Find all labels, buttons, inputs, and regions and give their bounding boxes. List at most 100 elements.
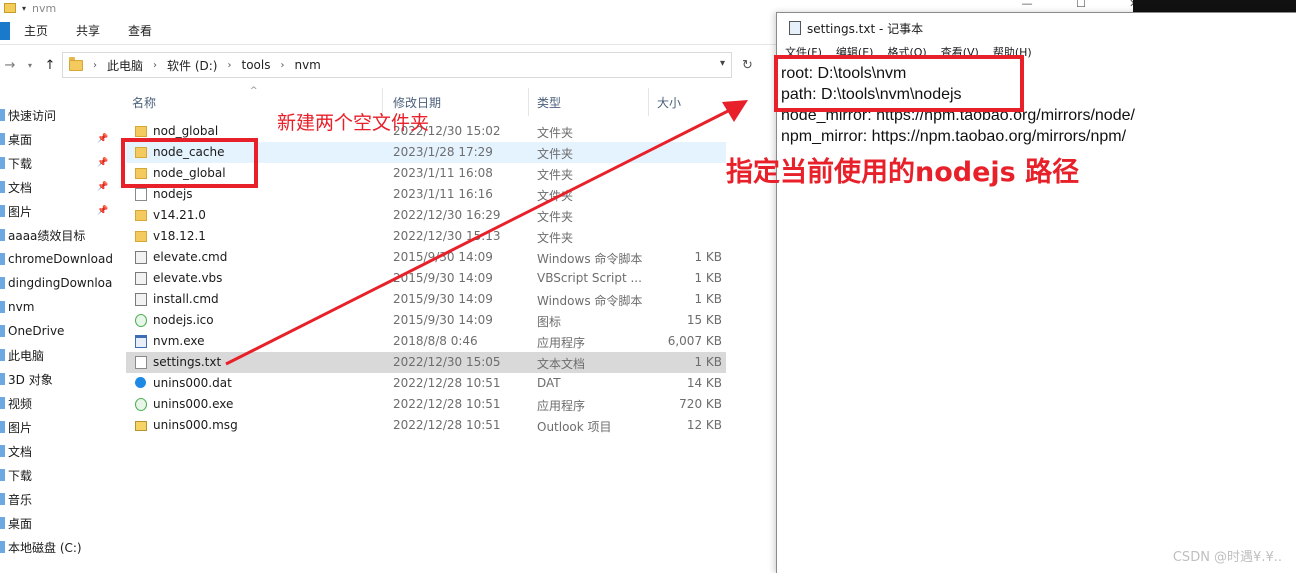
pin-icon[interactable]: 📌 <box>97 182 108 192</box>
file-row[interactable]: settings.txt 2022/12/30 15:05 文本文档 1 KB <box>126 352 726 373</box>
chevron-right-icon[interactable]: › <box>153 60 157 71</box>
sidebar-item[interactable]: dingdingDownloa <box>0 272 118 294</box>
breadcrumb-drive-d[interactable]: 软件 (D:) <box>167 57 217 74</box>
file-icon-slot <box>135 335 147 351</box>
pin-icon[interactable]: 📌 <box>97 206 108 216</box>
address-input[interactable]: › 此电脑 › 软件 (D:) › tools › nvm ▾ <box>62 52 732 78</box>
tab-view[interactable]: 查看 <box>128 22 152 39</box>
forward-icon[interactable]: → <box>0 58 20 73</box>
file-type: 应用程序 <box>537 399 586 413</box>
window-title: nvm <box>32 1 57 15</box>
sidebar-item[interactable]: 视频 <box>0 392 118 414</box>
cloud-icon <box>0 325 5 337</box>
file-date: 2018/8/8 0:46 <box>393 334 478 348</box>
sidebar-item-label: 下载 <box>8 156 33 171</box>
file-tab[interactable] <box>0 21 10 40</box>
navigation-pane: 快速访问 桌面 📌 下载 📌 文档 📌 图片 📌 aaaa绩效目标 chromeDownload di… <box>0 100 118 573</box>
notepad-text-area[interactable]: root: D:\tools\nvm path: D:\tools\nvm\no… <box>777 63 1296 573</box>
sidebar-item[interactable]: 下载 📌 <box>0 152 118 174</box>
file-date: 2022/12/28 10:51 <box>393 418 501 432</box>
chevron-down-icon[interactable]: ▾ <box>720 58 725 69</box>
sidebar-item-label: 音乐 <box>8 492 33 507</box>
doc-file-icon <box>135 188 147 201</box>
file-size: 14 KB <box>686 376 722 390</box>
tab-share[interactable]: 共享 <box>76 22 100 39</box>
sidebar-item[interactable]: 图片 <box>0 416 118 438</box>
file-row[interactable]: unins000.msg 2022/12/28 10:51 Outlook 项目 12… <box>126 415 726 436</box>
file-name: v18.12.1 <box>153 229 206 243</box>
cmd-file-icon <box>135 293 147 306</box>
folder-icon <box>0 301 5 313</box>
sidebar-item[interactable]: aaaa绩效目标 <box>0 224 118 246</box>
sidebar-item[interactable]: 文档 <box>0 440 118 462</box>
file-name: nvm.exe <box>153 334 205 348</box>
breadcrumb-nvm[interactable]: nvm <box>294 58 320 72</box>
chevron-right-icon[interactable]: › <box>227 60 231 71</box>
pin-icon[interactable]: 📌 <box>97 158 108 168</box>
column-divider[interactable] <box>528 88 529 116</box>
folder-icon[interactable] <box>4 3 16 13</box>
sidebar-item-label: chromeDownload <box>8 252 113 266</box>
cmd-file-icon <box>135 251 147 264</box>
pin-icon[interactable]: 📌 <box>97 134 108 144</box>
file-row[interactable]: v18.12.1 2022/12/30 15:13 文件夹 <box>126 226 726 247</box>
file-type: VBScript Script ... <box>537 271 642 285</box>
folder-icon <box>0 253 5 265</box>
breadcrumb-this-pc[interactable]: 此电脑 <box>107 57 143 74</box>
desktop-icon <box>0 133 5 145</box>
sidebar-item[interactable]: 文档 📌 <box>0 176 118 198</box>
up-arrow-icon[interactable]: ↑ <box>40 58 60 73</box>
file-row[interactable]: elevate.cmd 2015/9/30 14:09 Windows 命令脚本 1 … <box>126 247 726 268</box>
chevron-down-icon[interactable]: ▾ <box>20 61 40 70</box>
sidebar-item[interactable]: 桌面 <box>0 512 118 534</box>
file-type: 图标 <box>537 315 562 329</box>
sidebar-item-label: 视频 <box>8 396 33 411</box>
file-date: 2022/12/30 15:05 <box>393 355 501 369</box>
column-divider[interactable] <box>648 88 649 116</box>
settings-line-npm-mirror: npm_mirror: https://npm.taobao.org/mirro… <box>781 128 1127 145</box>
column-header-size[interactable]: 大小 <box>657 94 681 111</box>
sidebar-item[interactable]: 本地磁盘 (C:) <box>0 536 118 558</box>
sidebar-item[interactable]: 3D 对象 <box>0 368 118 390</box>
sidebar-item[interactable]: 图片 📌 <box>0 200 118 222</box>
sidebar-item[interactable]: chromeDownload <box>0 248 118 270</box>
column-header-name[interactable]: 名称 <box>132 94 156 111</box>
sidebar-item-label: 此电脑 <box>8 348 45 363</box>
file-row[interactable]: v14.21.0 2022/12/30 16:29 文件夹 <box>126 205 726 226</box>
file-type: 文件夹 <box>537 126 574 140</box>
column-header-type[interactable]: 类型 <box>537 94 561 111</box>
breadcrumb-tools[interactable]: tools <box>241 58 270 72</box>
chevron-down-icon[interactable]: ▾ <box>22 4 26 13</box>
file-name: nod_global <box>153 124 219 138</box>
file-icon-slot <box>135 377 146 391</box>
sidebar-item[interactable]: nvm <box>0 296 118 318</box>
file-row[interactable]: unins000.exe 2022/12/28 10:51 应用程序 720 KB <box>126 394 726 415</box>
sidebar-item-label: dingdingDownloa <box>8 276 113 290</box>
pictures-icon <box>0 421 5 433</box>
sidebar-item[interactable]: 快速访问 <box>0 104 118 126</box>
sidebar-item[interactable]: 桌面 📌 <box>0 128 118 150</box>
chevron-right-icon[interactable]: › <box>280 60 284 71</box>
file-type: Windows 命令脚本 <box>537 294 643 308</box>
file-icon-slot <box>135 209 147 224</box>
chevron-right-icon[interactable]: › <box>93 60 97 71</box>
file-icon-slot <box>135 419 147 434</box>
file-row[interactable]: nvm.exe 2018/8/8 0:46 应用程序 6,007 KB <box>126 331 726 352</box>
music-icon <box>0 493 5 505</box>
file-row[interactable]: install.cmd 2015/9/30 14:09 Windows 命令脚本 1 … <box>126 289 726 310</box>
file-row[interactable]: nodejs.ico 2015/9/30 14:09 图标 15 KB <box>126 310 726 331</box>
sidebar-item[interactable]: OneDrive <box>0 320 118 342</box>
sidebar-item[interactable]: 音乐 <box>0 488 118 510</box>
minimize-icon[interactable]: — <box>1022 0 1033 9</box>
sidebar-item[interactable]: 下载 <box>0 464 118 486</box>
notepad-icon <box>789 21 801 35</box>
maximize-icon[interactable]: ☐ <box>1076 0 1086 9</box>
refresh-icon[interactable]: ↻ <box>742 58 753 73</box>
file-row[interactable]: elevate.vbs 2015/9/30 14:09 VBScript Scrip… <box>126 268 726 289</box>
file-row[interactable]: unins000.dat 2022/12/28 10:51 DAT 14 KB <box>126 373 726 394</box>
file-icon-slot <box>135 314 147 330</box>
file-type: DAT <box>537 376 561 390</box>
documents-icon <box>0 181 5 193</box>
sidebar-item[interactable]: 此电脑 <box>0 344 118 366</box>
tab-home[interactable]: 主页 <box>24 22 48 39</box>
